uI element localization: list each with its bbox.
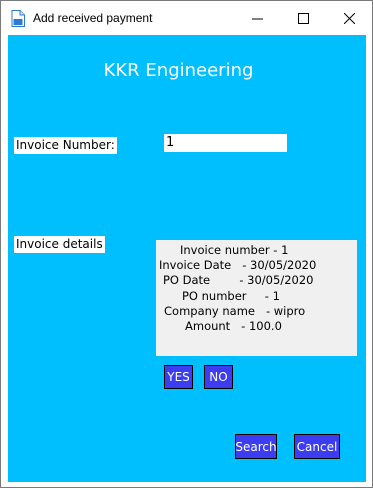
details-line: Invoice number - 1 — [180, 243, 289, 257]
cancel-button[interactable]: Cancel — [294, 434, 340, 459]
invoice-number-input[interactable]: 1 — [164, 134, 287, 152]
page-title: KKR Engineering — [103, 60, 254, 81]
invoice-number-label: Invoice Number: — [14, 137, 117, 154]
details-line: Invoice Date - 30/05/2020 — [159, 258, 317, 272]
details-line: PO number - 1 — [182, 289, 280, 303]
app-window: Add received payment KKR Engineering Inv… — [0, 0, 373, 488]
document-icon — [11, 10, 25, 27]
minimize-button[interactable] — [234, 1, 280, 35]
details-line: Amount - 100.0 — [185, 319, 282, 333]
no-button[interactable]: NO — [204, 365, 233, 389]
yes-button[interactable]: YES — [164, 365, 193, 389]
details-line: PO Date - 30/05/2020 — [163, 273, 314, 287]
minimize-icon — [251, 18, 263, 19]
title-bar[interactable]: Add received payment — [1, 1, 372, 35]
window-title: Add received payment — [33, 11, 153, 25]
maximize-button[interactable] — [280, 1, 326, 35]
search-button[interactable]: Search — [235, 434, 277, 459]
maximize-icon — [297, 12, 309, 24]
invoice-details-panel: Invoice number - 1 Invoice Date - 30/05/… — [156, 240, 357, 356]
details-line: Company name - wipro — [164, 304, 306, 318]
close-button[interactable] — [326, 1, 372, 35]
form-body: KKR Engineering Invoice Number: 1 Invoic… — [8, 35, 366, 482]
invoice-details-label: Invoice details — [14, 236, 105, 253]
close-icon — [343, 12, 355, 24]
